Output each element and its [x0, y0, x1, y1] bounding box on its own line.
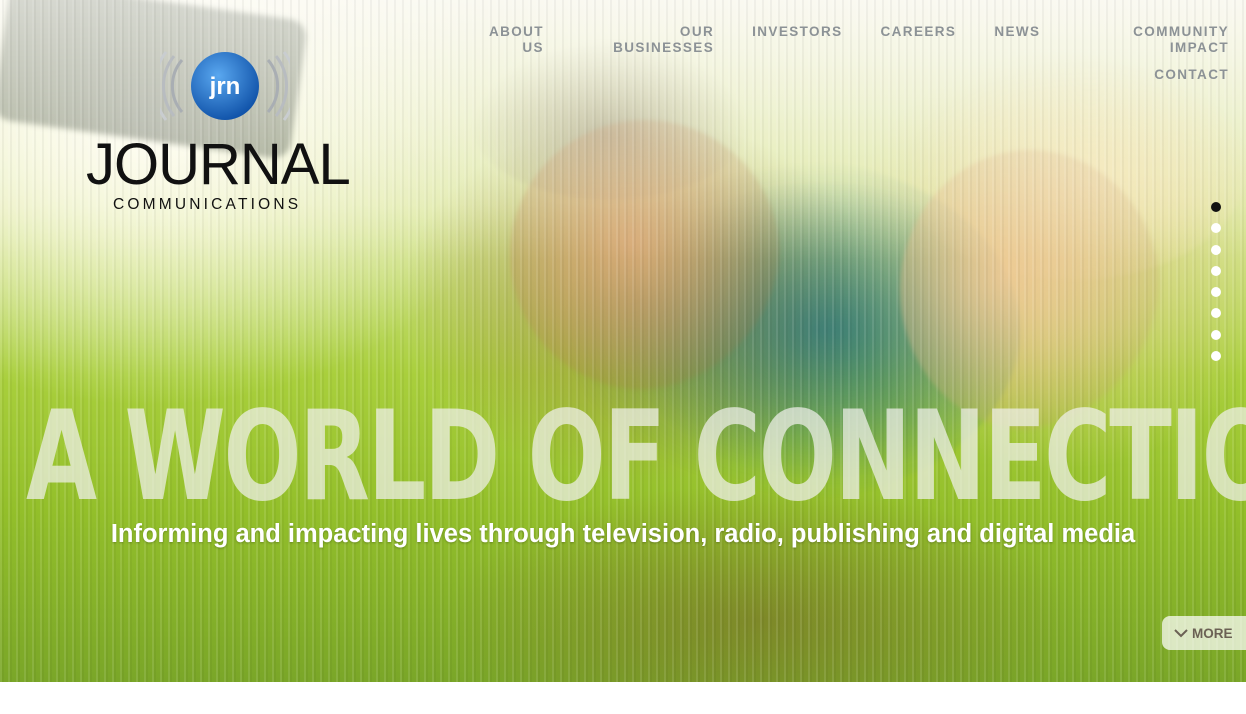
- more-button-label: MORE: [1192, 625, 1233, 641]
- logo-tagline: COMMUNICATIONS: [113, 196, 302, 213]
- slide-dot-1[interactable]: [1211, 202, 1221, 212]
- slide-dot-5[interactable]: [1211, 287, 1221, 298]
- slide-dot-8[interactable]: [1211, 351, 1221, 362]
- slide-dot-2[interactable]: [1211, 223, 1221, 234]
- chevron-down-icon: [1174, 629, 1188, 638]
- jrn-logo-icon: jrn: [160, 51, 290, 121]
- hero-banner: jrn JOURNAL COMMUNICATIONS ABOUT US OUR …: [0, 0, 1246, 682]
- nav-careers[interactable]: CAREERS: [881, 24, 957, 56]
- nav-about-us[interactable]: ABOUT US: [467, 24, 544, 56]
- more-button[interactable]: MORE: [1162, 616, 1246, 650]
- nav-community-impact[interactable]: COMMUNITY IMPACT: [1078, 24, 1229, 56]
- slide-pagination: [1211, 202, 1223, 372]
- site-logo[interactable]: jrn JOURNAL COMMUNICATIONS: [86, 48, 366, 218]
- logo-mark-text: jrn: [209, 73, 241, 100]
- logo-wordmark: JOURNAL: [86, 132, 351, 197]
- hero-subheadline: Informing and impacting lives through te…: [110, 520, 1136, 548]
- slide-dot-3[interactable]: [1211, 244, 1221, 255]
- main-nav: ABOUT US OUR BUSINESSES INVESTORS CAREER…: [429, 24, 1229, 83]
- hero-headline: A WORLD OF CONNECTIONS: [26, 385, 1246, 529]
- slide-dot-4[interactable]: [1211, 265, 1221, 276]
- slide-dot-6[interactable]: [1211, 308, 1221, 319]
- slide-dot-7[interactable]: [1211, 329, 1221, 340]
- nav-contact[interactable]: CONTACT: [1154, 67, 1229, 83]
- nav-investors[interactable]: INVESTORS: [752, 24, 842, 56]
- nav-our-businesses[interactable]: OUR BUSINESSES: [582, 24, 714, 56]
- nav-news[interactable]: NEWS: [994, 24, 1040, 56]
